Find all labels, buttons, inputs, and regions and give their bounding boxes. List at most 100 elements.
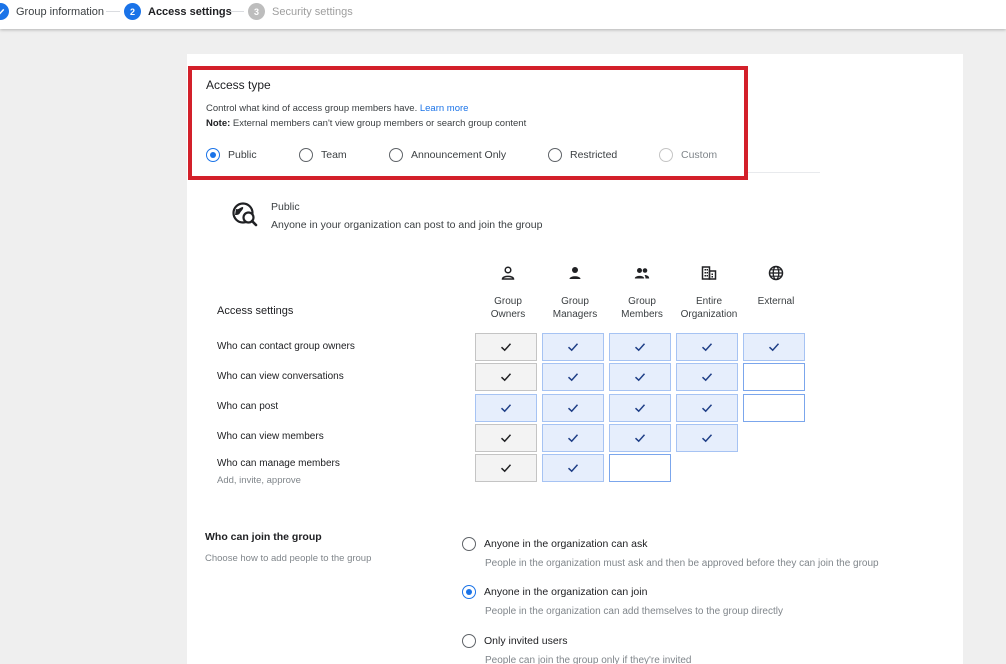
permission-cell[interactable] [743,333,805,361]
permission-cell[interactable] [475,333,537,361]
join-option-ask[interactable]: Anyone in the organization can ask [462,537,647,551]
permission-cell[interactable] [475,363,537,391]
row-label-contact-owners: Who can contact group owners [217,341,355,352]
check-icon [500,434,512,443]
step-label: Access settings [148,5,232,18]
step-label: Security settings [272,5,353,18]
permission-cell[interactable] [609,333,671,361]
access-type-restricted[interactable]: Restricted [548,148,617,162]
permission-cell[interactable] [743,394,805,422]
check-icon [567,404,579,413]
check-icon [701,373,713,382]
permission-cell[interactable] [743,363,805,391]
radio-icon[interactable] [462,634,476,648]
divider [748,172,820,173]
step-group-information[interactable]: Group information [0,3,104,20]
permission-cell[interactable] [609,424,671,452]
role-label-external: External [757,296,795,307]
step-access-settings[interactable]: 2 Access settings [124,3,232,20]
radio-icon[interactable] [462,585,476,599]
permission-cell[interactable] [609,454,671,482]
step-number: 2 [124,3,141,20]
join-option-invited-description: People can join the group only if they'r… [485,655,692,664]
row-sublabel-manage-members: Add, invite, approve [217,475,301,486]
summary-description: Anyone in your organization can post to … [271,219,543,231]
role-label-group-members: Group Members [621,296,663,320]
permission-cell[interactable] [542,363,604,391]
check-icon [567,434,579,443]
join-option-join-description: People in the organization can add thems… [485,606,783,617]
step-number: 3 [248,3,265,20]
permission-cell[interactable] [475,394,537,422]
radio-icon[interactable] [659,148,673,162]
permission-cell[interactable] [676,394,738,422]
access-type-custom[interactable]: Custom [659,148,717,162]
permission-cell[interactable] [475,454,537,482]
access-type-team[interactable]: Team [299,148,347,162]
check-icon [500,343,512,352]
permission-cell[interactable] [676,424,738,452]
permission-cell[interactable] [609,363,671,391]
check-icon [567,464,579,473]
radio-icon[interactable] [462,537,476,551]
access-type-title: Access type [206,78,271,92]
check-icon [500,404,512,413]
radio-icon[interactable] [548,148,562,162]
learn-more-link[interactable]: Learn more [420,103,469,114]
access-type-section: Access type Control what kind of access … [188,66,748,180]
check-icon [634,373,646,382]
people-icon [634,265,650,281]
radio-icon[interactable] [299,148,313,162]
step-label: Group information [16,5,105,18]
permission-cell[interactable] [676,363,738,391]
person-outline-icon [500,265,516,281]
check-icon [500,464,512,473]
check-icon [634,343,646,352]
check-icon [500,373,512,382]
role-label-entire-organization: Entire Organization [680,296,738,320]
check-icon [768,343,780,352]
radio-icon[interactable] [389,148,403,162]
globe-icon [768,265,784,281]
join-section-description: Choose how to add people to the group [205,553,372,564]
permission-cell[interactable] [542,454,604,482]
permission-cell[interactable] [676,333,738,361]
access-type-public[interactable]: Public [206,148,257,162]
summary-title: Public [271,201,300,213]
permission-cell[interactable] [609,394,671,422]
check-icon [567,373,579,382]
row-label-post: Who can post [217,401,279,412]
stepper: Group information 2 Access settings 3 Se… [0,0,1006,29]
row-label-manage-members: Who can manage members [217,458,340,469]
access-type-note: Note: External members can't view group … [206,118,527,129]
role-label-group-managers: Group Managers [552,296,598,320]
permission-cell[interactable] [542,424,604,452]
check-icon [701,343,713,352]
join-section-title: Who can join the group [205,531,322,543]
public-search-icon [231,200,259,228]
join-option-invited[interactable]: Only invited users [462,634,567,648]
person-icon [567,265,583,281]
row-label-view-conversations: Who can view conversations [217,371,344,382]
check-icon [634,434,646,443]
join-option-join[interactable]: Anyone in the organization can join [462,585,647,599]
check-icon [634,404,646,413]
step-connector [230,11,244,12]
permission-cell[interactable] [542,333,604,361]
permission-cell[interactable] [475,424,537,452]
step-connector [106,11,120,12]
building-icon [701,265,717,281]
check-icon [701,404,713,413]
join-option-ask-description: People in the organization must ask and … [485,558,879,569]
row-label-view-members: Who can view members [217,431,324,442]
step-security-settings[interactable]: 3 Security settings [248,3,353,20]
access-type-description: Control what kind of access group member… [206,103,469,114]
role-label-group-owners: Group Owners [490,296,526,320]
check-icon [701,434,713,443]
access-type-announcement-only[interactable]: Announcement Only [389,148,506,162]
check-icon [0,3,9,20]
access-settings-heading: Access settings [217,305,294,317]
permission-cell[interactable] [542,394,604,422]
radio-icon[interactable] [206,148,220,162]
check-icon [567,343,579,352]
